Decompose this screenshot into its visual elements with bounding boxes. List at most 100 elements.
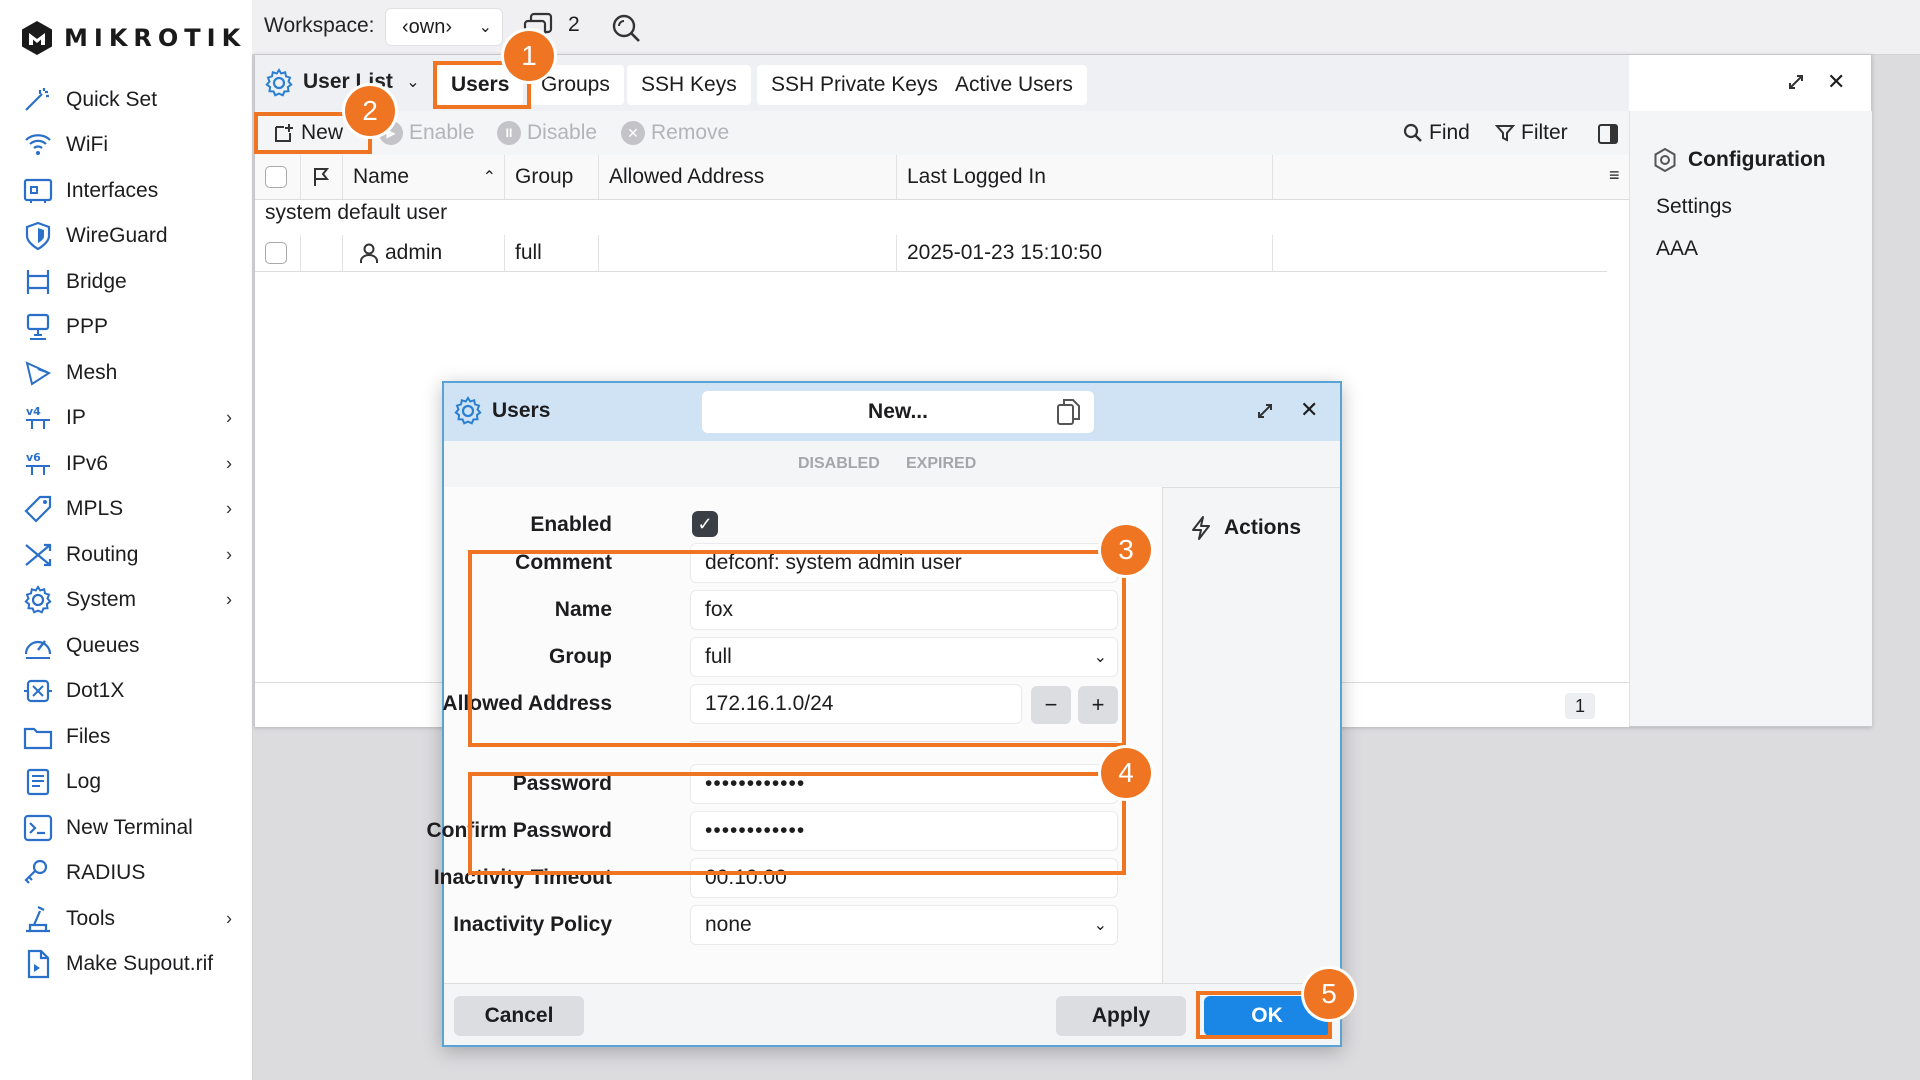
shield-icon [22, 220, 54, 252]
password-field[interactable]: •••••••••••• [690, 764, 1118, 804]
sidebar-item-new-terminal[interactable]: New Terminal [0, 805, 252, 851]
tab-ssh-private-keys[interactable]: SSH Private Keys [757, 65, 952, 105]
top-bar: Workspace: ‹own› ⌄ 2 [252, 0, 1920, 55]
sidebar-item-label: New Terminal [66, 815, 193, 839]
svg-text:v4: v4 [26, 405, 41, 418]
sidebar-item-log[interactable]: Log [0, 760, 252, 806]
config-link-aaa[interactable]: AAA [1656, 237, 1698, 261]
sidebar-item-interfaces[interactable]: Interfaces [0, 168, 252, 214]
find-button[interactable]: Find [1403, 117, 1470, 149]
allowed-address-value: 172.16.1.0/24 [705, 692, 834, 715]
chevron-right-icon: › [226, 544, 232, 565]
actions-heading[interactable]: Actions [1190, 515, 1301, 541]
filter-icon [1495, 125, 1515, 142]
table-header: Name ⌃ Group Allowed Address Last Logged… [255, 155, 1629, 200]
sidebar-item-bridge[interactable]: Bridge [0, 259, 252, 305]
name-field[interactable]: fox [690, 590, 1118, 630]
sidebar-item-ipv6[interactable]: v6 IPv6 › [0, 441, 252, 487]
enable-button[interactable]: ▶ Enable [379, 117, 474, 149]
sidebar-menu: Quick Set WiFi Interfaces WireGuard Bridge PP… [0, 77, 252, 987]
tools-icon [22, 903, 54, 935]
log-icon [22, 766, 54, 798]
column-group[interactable]: Group [505, 155, 599, 199]
column-allowed-address[interactable]: Allowed Address [599, 155, 897, 199]
bridge-icon [22, 266, 54, 298]
enabled-label: Enabled [530, 513, 612, 536]
workspace-value: ‹own› [402, 15, 453, 38]
close-icon[interactable]: ✕ [1300, 397, 1318, 423]
sidebar-item-routing[interactable]: Routing › [0, 532, 252, 578]
inactivity-timeout-field[interactable]: 00:10:00 [690, 858, 1118, 898]
remove-button[interactable]: ✕ Remove [621, 117, 729, 149]
dialog-footer: Cancel Apply OK [444, 983, 1340, 1046]
sidebar-item-ppp[interactable]: PPP [0, 305, 252, 351]
sidebar-item-mpls[interactable]: MPLS › [0, 487, 252, 533]
brand-name: MIKROTIK [64, 24, 247, 52]
apply-button[interactable]: Apply [1056, 996, 1186, 1036]
remove-label: Remove [651, 121, 730, 144]
group-label: Group [549, 645, 612, 668]
workspace-select[interactable]: ‹own› ⌄ [385, 8, 503, 46]
group-select[interactable]: full ⌄ [690, 637, 1118, 677]
sidebar: MIKROTIK Quick Set WiFi Interfaces WireGuar… [0, 0, 253, 1080]
add-address-button[interactable]: + [1078, 686, 1118, 724]
flag-expired: EXPIRED [906, 455, 977, 472]
flag-column[interactable] [301, 155, 343, 199]
ip-icon: v4 [22, 402, 54, 434]
comment-field[interactable]: defconf: system admin user [690, 543, 1118, 583]
column-name[interactable]: Name ⌃ [343, 155, 505, 199]
chevron-down-icon: ⌄ [478, 19, 492, 36]
search-icon[interactable] [610, 12, 642, 44]
sidebar-item-radius[interactable]: RADIUS [0, 851, 252, 897]
sidebar-item-dot1x[interactable]: Dot1X [0, 669, 252, 715]
dialog-titlebar: Users New... ✕ [444, 383, 1340, 441]
sidebar-item-system[interactable]: System › [0, 578, 252, 624]
sidebar-item-make-supout-rif[interactable]: Make Supout.rif [0, 942, 252, 988]
column-name-label: Name [353, 165, 410, 188]
ipv6-icon: v6 [22, 448, 54, 480]
tab-active-users[interactable]: Active Users [941, 65, 1087, 105]
tab-ssh-keys[interactable]: SSH Keys [627, 65, 751, 105]
sidebar-item-ip[interactable]: v4 IP › [0, 396, 252, 442]
expand-icon[interactable] [1785, 71, 1807, 93]
row-checkbox[interactable] [265, 242, 287, 264]
new-button[interactable]: New [273, 117, 343, 149]
window-count: 2 [568, 13, 580, 36]
gear-icon [265, 68, 293, 97]
panel-toggle-icon[interactable] [1597, 123, 1619, 145]
config-link-settings[interactable]: Settings [1656, 195, 1732, 219]
chevron-right-icon: › [226, 908, 232, 929]
sidebar-item-wifi[interactable]: WiFi [0, 123, 252, 169]
inactivity-policy-select[interactable]: none ⌄ [690, 905, 1118, 945]
enabled-checkbox[interactable]: ✓ [692, 511, 718, 537]
sidebar-item-label: Routing [66, 542, 139, 566]
configuration-heading: Configuration [1652, 147, 1826, 173]
actions-label: Actions [1224, 516, 1302, 539]
sidebar-item-mesh[interactable]: Mesh [0, 350, 252, 396]
close-icon[interactable]: ✕ [1827, 69, 1845, 95]
password-value: •••••••••••• [705, 772, 806, 795]
minus-icon: − [1044, 692, 1058, 717]
sidebar-item-queues[interactable]: Queues [0, 623, 252, 669]
disable-button[interactable]: II Disable [497, 117, 597, 149]
table-row[interactable]: admin full 2025-01-23 15:10:50 [255, 235, 1607, 272]
sidebar-item-tools[interactable]: Tools › [0, 896, 252, 942]
password-label: Password [512, 772, 612, 795]
sidebar-item-files[interactable]: Files [0, 714, 252, 760]
column-menu-icon[interactable]: ≡ [1609, 165, 1620, 186]
row-flag-cell [301, 235, 343, 271]
sidebar-item-quick-set[interactable]: Quick Set [0, 77, 252, 123]
cancel-button[interactable]: Cancel [454, 996, 584, 1036]
sidebar-item-label: Make Supout.rif [66, 952, 214, 976]
select-all-checkbox[interactable] [265, 166, 287, 188]
configuration-label: Configuration [1688, 148, 1826, 171]
column-last-logged-in[interactable]: Last Logged In [897, 155, 1273, 199]
expand-icon[interactable] [1254, 400, 1276, 422]
allowed-address-field[interactable]: 172.16.1.0/24 [690, 684, 1022, 724]
confirm-password-field[interactable]: •••••••••••• [690, 811, 1118, 851]
chevron-down-icon[interactable]: ⌄ [403, 67, 423, 97]
remove-address-button[interactable]: − [1031, 686, 1071, 724]
copy-icon[interactable] [1056, 397, 1082, 427]
sidebar-item-wireguard[interactable]: WireGuard [0, 214, 252, 260]
filter-button[interactable]: Filter [1495, 117, 1568, 149]
